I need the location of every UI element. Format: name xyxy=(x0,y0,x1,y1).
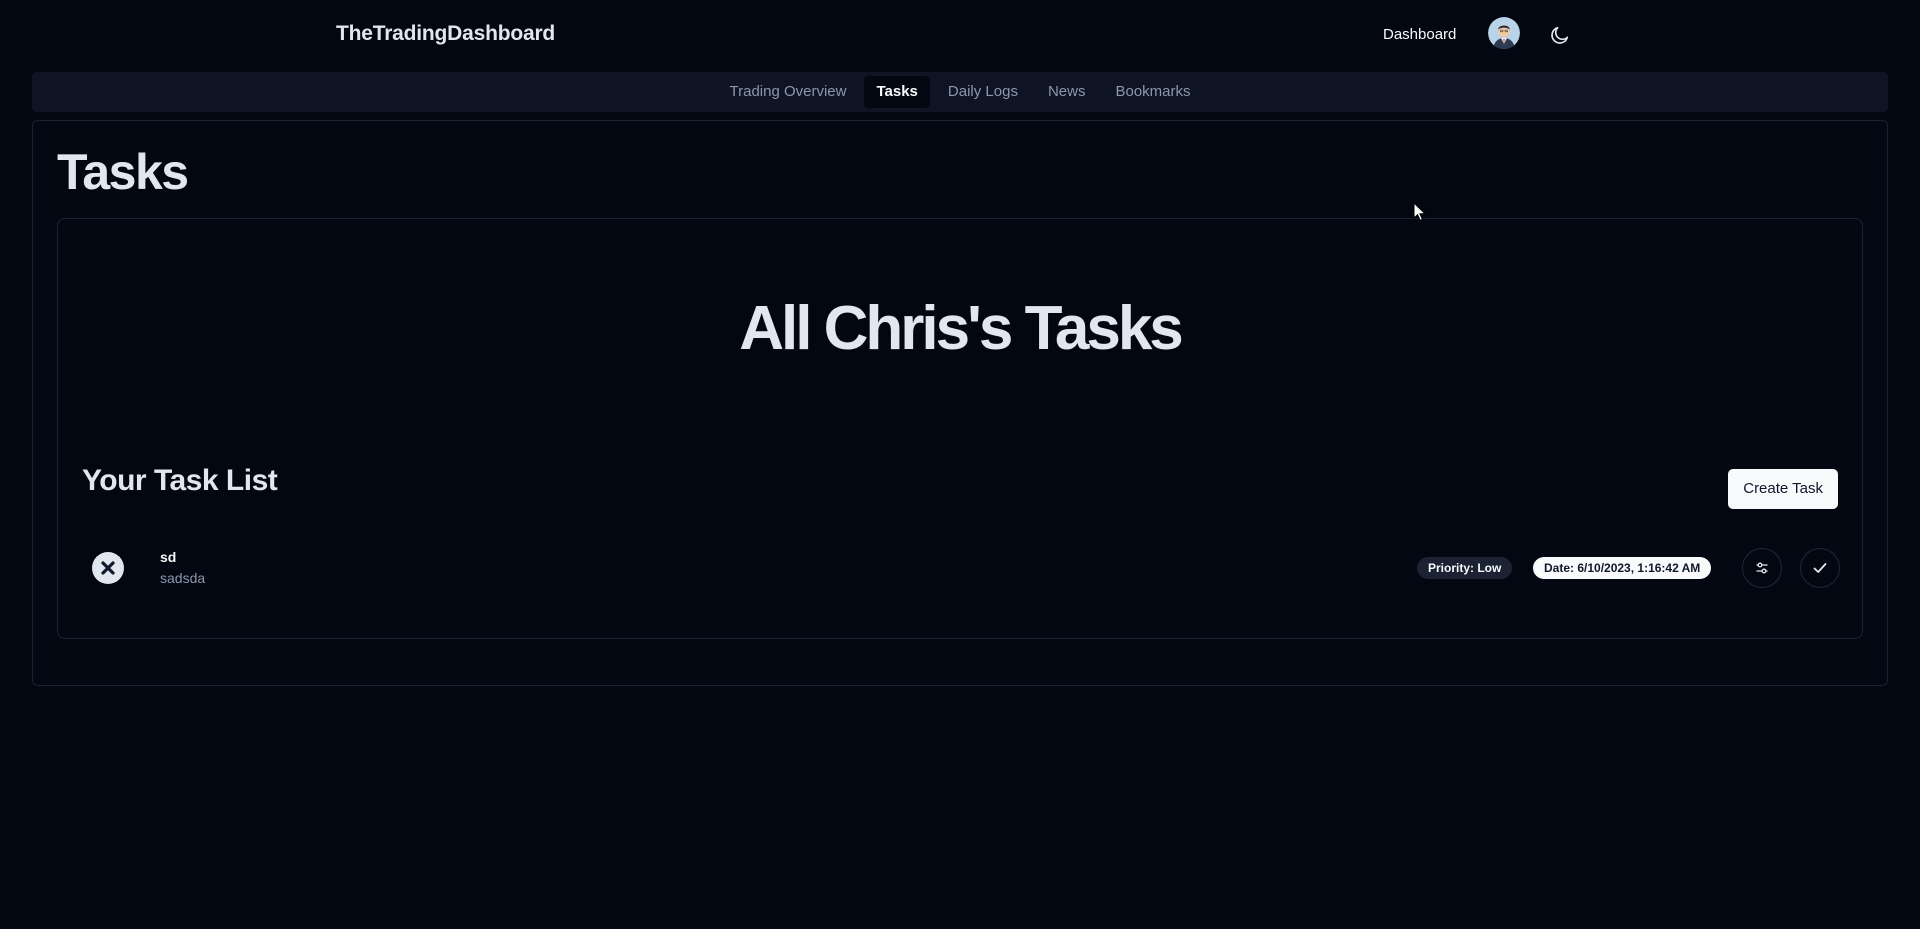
avatar-image xyxy=(1488,17,1520,49)
tab-trading-overview[interactable]: Trading Overview xyxy=(718,76,859,108)
main-panel: Tasks All Chris's Tasks Your Task List C… xyxy=(32,120,1888,686)
task-status-toggle[interactable] xyxy=(92,552,124,584)
tab-daily-logs[interactable]: Daily Logs xyxy=(936,76,1030,108)
priority-badge: Priority: Low xyxy=(1417,557,1513,579)
sliders-icon xyxy=(1756,562,1768,574)
top-header: TheTradingDashboard Dashboard xyxy=(0,0,1920,72)
user-avatar[interactable] xyxy=(1488,17,1520,49)
main-nav: Trading Overview Tasks Daily Logs News B… xyxy=(32,72,1888,112)
moon-icon xyxy=(1551,26,1569,44)
create-task-button[interactable]: Create Task xyxy=(1728,469,1838,509)
tab-tasks[interactable]: Tasks xyxy=(864,76,930,108)
date-badge: Date: 6/10/2023, 1:16:42 AM xyxy=(1533,557,1712,579)
edit-task-button[interactable] xyxy=(1742,548,1782,588)
brand-title[interactable]: TheTradingDashboard xyxy=(336,22,555,46)
check-icon xyxy=(1813,563,1827,573)
tab-news[interactable]: News xyxy=(1036,76,1098,108)
tab-bookmarks[interactable]: Bookmarks xyxy=(1103,76,1202,108)
hero-title: All Chris's Tasks xyxy=(739,294,1184,363)
mouse-cursor-icon xyxy=(1413,202,1427,222)
theme-toggle-button[interactable] xyxy=(1546,21,1574,49)
task-list-title: Your Task List xyxy=(82,464,278,497)
tasks-card: All Chris's Tasks Your Task List Create … xyxy=(57,218,1863,639)
close-icon xyxy=(101,561,115,575)
task-description: sadsda xyxy=(160,570,206,586)
task-title: sd xyxy=(160,549,177,565)
complete-task-button[interactable] xyxy=(1800,548,1840,588)
page-title: Tasks xyxy=(57,144,189,200)
dashboard-link[interactable]: Dashboard xyxy=(1383,26,1456,43)
task-row: sd sadsda Priority: Low Date: 6/10/2023,… xyxy=(82,539,1840,595)
